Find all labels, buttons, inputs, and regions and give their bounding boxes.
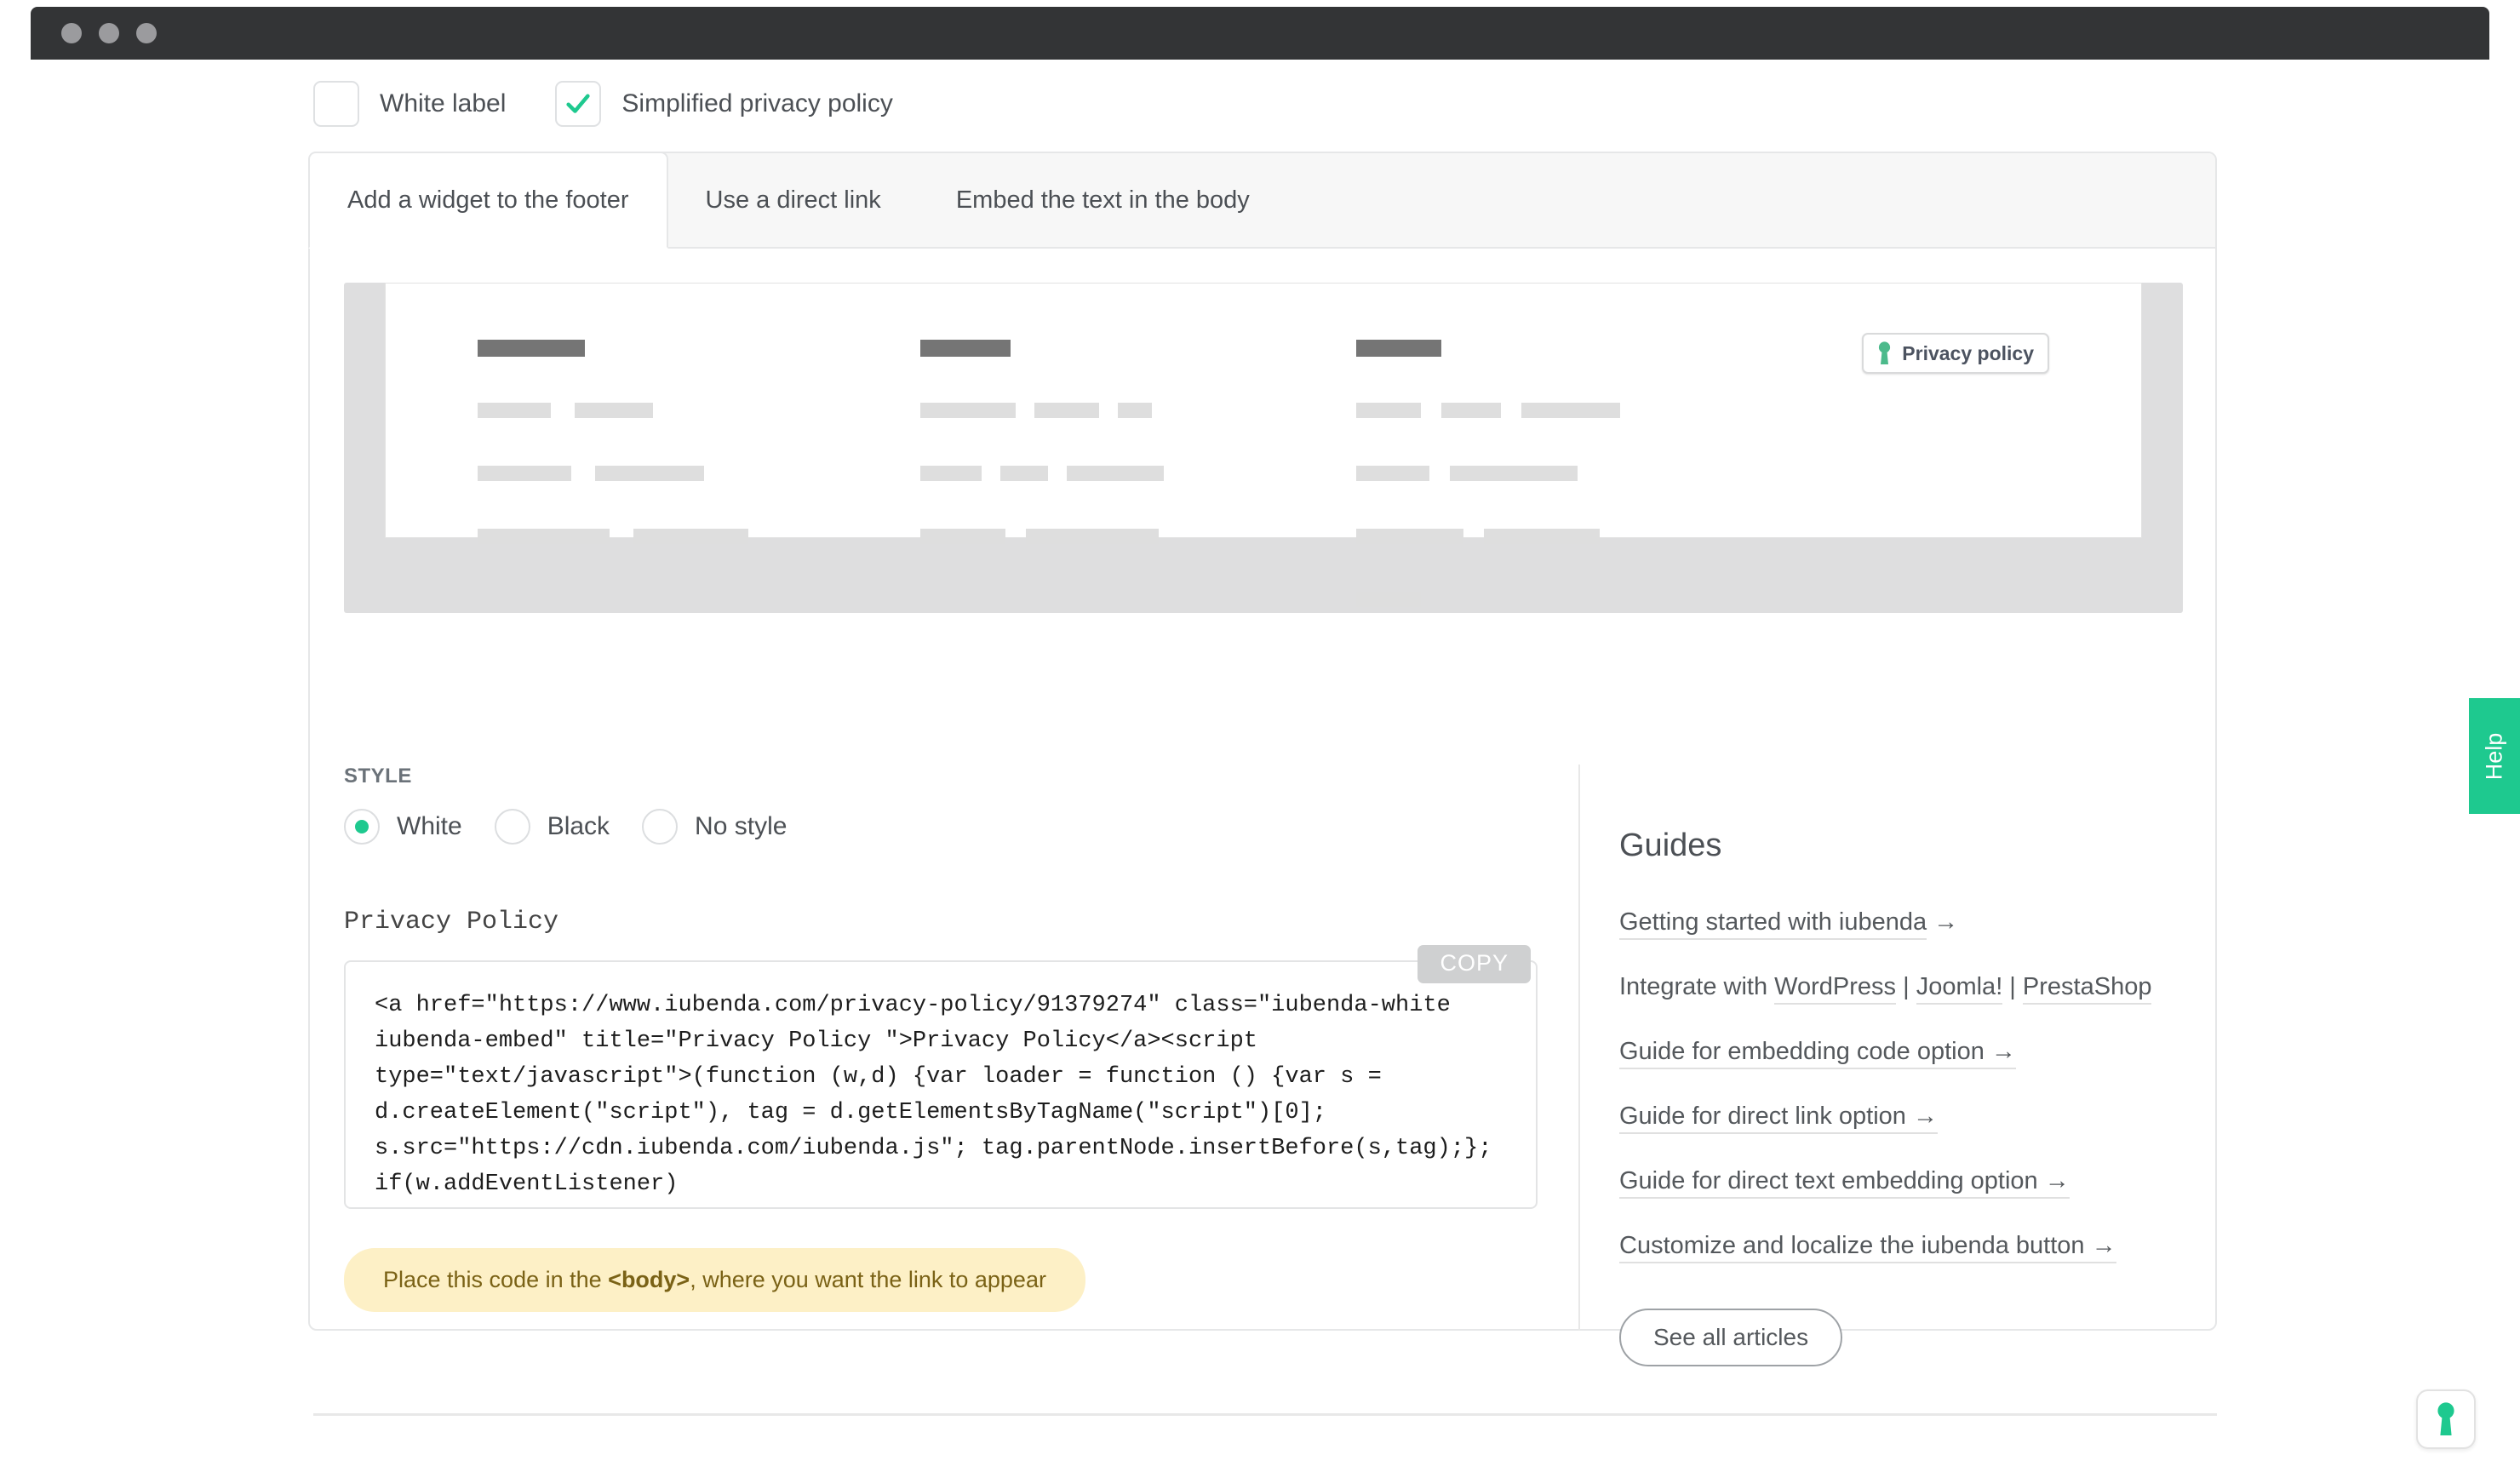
simplified-policy-checkbox-group[interactable]: Simplified privacy policy <box>555 81 893 127</box>
minimize-dot-icon[interactable] <box>99 23 119 43</box>
guide-link-embedding-code[interactable]: Guide for embedding code option → <box>1619 1038 2016 1069</box>
maximize-dot-icon[interactable] <box>136 23 157 43</box>
guide-link-prestashop[interactable]: PrestaShop <box>2022 973 2152 1005</box>
guide-link-joomla[interactable]: Joomla! <box>1916 973 2003 1005</box>
guide-item[interactable]: Guide for direct text embedding option → <box>1619 1160 2156 1201</box>
radio-no-style[interactable] <box>642 809 679 845</box>
style-radio-group: White Black No style <box>344 809 1578 845</box>
guide-sep: | <box>2002 973 2023 1000</box>
skeleton-row <box>478 403 653 418</box>
notice-code-token: <body> <box>608 1267 690 1292</box>
app-window: White label Simplified privacy policy Ad… <box>0 0 2520 1472</box>
footer-preview-canvas: Privacy policy <box>385 283 2142 607</box>
tab-use-direct-link[interactable]: Use a direct link <box>668 153 919 247</box>
skeleton-row <box>478 466 704 481</box>
skeleton-column-2 <box>920 340 1164 544</box>
guide-arrow: → <box>1927 908 1959 936</box>
code-block-wrapper: COPY <a href="https://www.iubenda.com/pr… <box>344 945 1578 1209</box>
keyhole-icon <box>1879 341 1891 364</box>
embed-code-text: <a href="https://www.iubenda.com/privacy… <box>375 993 1506 1197</box>
guide-item[interactable]: Getting started with iubenda → <box>1619 902 2156 942</box>
guide-item[interactable]: Integrate with WordPress | Joomla! | Pre… <box>1619 966 2156 1007</box>
skeleton-row <box>920 529 1159 544</box>
radio-black[interactable] <box>494 809 530 845</box>
style-section-label: STYLE <box>344 765 412 788</box>
guides-panel: Guides Getting started with iubenda → In… <box>1580 765 2215 1366</box>
skeleton-column-1 <box>478 340 748 544</box>
skeleton-row <box>1356 592 1421 607</box>
see-all-articles-button[interactable]: See all articles <box>1619 1309 1843 1366</box>
skeleton-row <box>920 466 1164 481</box>
style-option-black[interactable]: Black <box>494 809 610 845</box>
notice-prefix: Place this code in the <box>383 1267 609 1292</box>
guide-item[interactable]: Guide for embedding code option → <box>1619 1031 2156 1072</box>
footer-preview: Privacy policy <box>344 283 2183 613</box>
notice-suffix: , where you want the link to appear <box>690 1267 1046 1292</box>
close-dot-icon[interactable] <box>61 23 82 43</box>
embed-card: Add a widget to the footer Use a direct … <box>308 152 2217 1366</box>
help-tab-button[interactable]: Help <box>2469 698 2520 814</box>
skeleton-heading <box>1356 340 1441 357</box>
placement-notice: Place this code in the <body>, where you… <box>344 1248 1085 1312</box>
tab-add-widget-footer[interactable]: Add a widget to the footer <box>308 152 668 249</box>
radio-white-dot <box>355 820 369 833</box>
code-section-title: Privacy Policy <box>344 908 559 936</box>
embed-settings-panel: STYLE White Black No style Privacy Polic… <box>310 765 1578 1331</box>
skeleton-column-3 <box>1356 340 1620 607</box>
options-row: White label Simplified privacy policy <box>313 81 893 127</box>
window-titlebar <box>31 7 2489 60</box>
guide-item[interactable]: Customize and localize the iubenda butto… <box>1619 1225 2156 1266</box>
skeleton-row <box>478 529 748 544</box>
copy-button[interactable]: COPY <box>1418 945 1531 983</box>
skeleton-row <box>1356 403 1620 418</box>
bottom-divider <box>313 1413 2217 1416</box>
white-label-checkbox[interactable] <box>313 81 359 127</box>
simplified-policy-text: Simplified privacy policy <box>621 89 893 117</box>
tab-embed-text-body[interactable]: Embed the text in the body <box>919 153 1287 247</box>
guides-title: Guides <box>1619 828 1722 863</box>
white-label-text: White label <box>380 89 507 117</box>
skeleton-heading <box>478 340 585 357</box>
style-option-no-style[interactable]: No style <box>642 809 787 845</box>
keyhole-icon <box>2437 1402 2454 1435</box>
skeleton-row <box>920 403 1152 418</box>
guide-link-wordpress[interactable]: WordPress <box>1774 973 1897 1005</box>
style-option-white[interactable]: White <box>344 809 462 845</box>
floating-privacy-badge[interactable] <box>2416 1389 2476 1449</box>
guide-text: Integrate with <box>1619 973 1775 1000</box>
embed-code-box[interactable]: <a href="https://www.iubenda.com/privacy… <box>344 960 1538 1209</box>
guide-link-customize-button[interactable]: Customize and localize the iubenda butto… <box>1619 1232 2116 1263</box>
skeleton-heading <box>920 340 1011 357</box>
radio-white[interactable] <box>344 809 380 845</box>
skeleton-row <box>1356 529 1600 544</box>
white-label-checkbox-group[interactable]: White label <box>313 81 506 127</box>
simplified-policy-checkbox[interactable] <box>555 81 602 127</box>
radio-white-label: White <box>397 812 462 840</box>
tab-bar: Add a widget to the footer Use a direct … <box>308 152 2215 249</box>
guide-item[interactable]: Guide for direct link option → <box>1619 1096 2156 1137</box>
privacy-policy-badge[interactable]: Privacy policy <box>1862 333 2049 374</box>
help-tab-label: Help <box>2481 732 2507 780</box>
guide-link-direct-text[interactable]: Guide for direct text embedding option → <box>1619 1167 2070 1199</box>
radio-black-label: Black <box>547 812 610 840</box>
guide-sep: | <box>1896 973 1916 1000</box>
guide-link-direct-link[interactable]: Guide for direct link option → <box>1619 1103 1938 1134</box>
check-icon <box>566 94 591 113</box>
guide-link[interactable]: Getting started with iubenda <box>1619 908 1927 940</box>
card-lower-section: STYLE White Black No style Privacy Polic… <box>310 765 2215 1366</box>
skeleton-row <box>1356 466 1578 481</box>
radio-no-style-label: No style <box>695 812 788 840</box>
privacy-policy-badge-label: Privacy policy <box>1902 341 2034 364</box>
